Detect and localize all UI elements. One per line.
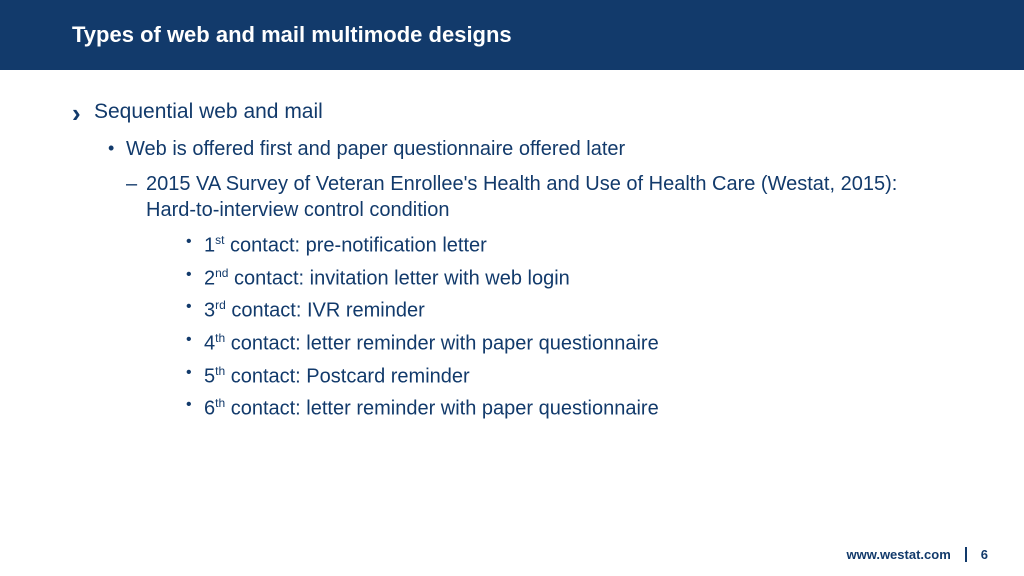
page-number: 6 [967, 547, 988, 562]
ordinal-number: 3 [204, 300, 215, 322]
bullet-level-2: Web is offered first and paper questionn… [86, 138, 952, 161]
contact-text: contact: IVR reminder [226, 300, 425, 322]
contact-item: 1st contact: pre-notification letter [86, 233, 952, 258]
ordinal-number: 1 [204, 235, 215, 257]
slide: Types of web and mail multimode designs … [0, 0, 1024, 576]
footer: www.westat.com 6 [846, 547, 988, 562]
ordinal-suffix: rd [215, 298, 226, 312]
contact-item: 2nd contact: invitation letter with web … [86, 266, 952, 291]
contact-item: 4th contact: letter reminder with paper … [86, 331, 952, 356]
ordinal-number: 2 [204, 267, 215, 289]
ordinal-suffix: th [215, 331, 225, 345]
slide-body: Sequential web and mail Web is offered f… [0, 70, 1024, 421]
ordinal-number: 4 [204, 333, 215, 355]
ordinal-suffix: th [215, 396, 225, 410]
title-bar: Types of web and mail multimode designs [0, 0, 1024, 70]
contact-text: contact: pre-notification letter [224, 235, 486, 257]
contact-text: contact: letter reminder with paper ques… [225, 398, 659, 420]
contact-text: contact: invitation letter with web logi… [228, 267, 569, 289]
ordinal-suffix: nd [215, 266, 228, 280]
ordinal-number: 5 [204, 365, 215, 387]
contact-item: 5th contact: Postcard reminder [86, 364, 952, 389]
contact-item: 3rd contact: IVR reminder [86, 298, 952, 323]
bullet-level-3: 2015 VA Survey of Veteran Enrollee's Hea… [86, 171, 952, 223]
contact-text: contact: letter reminder with paper ques… [225, 333, 659, 355]
footer-url: www.westat.com [846, 547, 966, 562]
ordinal-suffix: th [215, 364, 225, 378]
bullet-level-1: Sequential web and mail [72, 100, 952, 124]
slide-title: Types of web and mail multimode designs [72, 22, 1024, 48]
ordinal-number: 6 [204, 398, 215, 420]
contact-text: contact: Postcard reminder [225, 365, 470, 387]
contact-item: 6th contact: letter reminder with paper … [86, 396, 952, 421]
